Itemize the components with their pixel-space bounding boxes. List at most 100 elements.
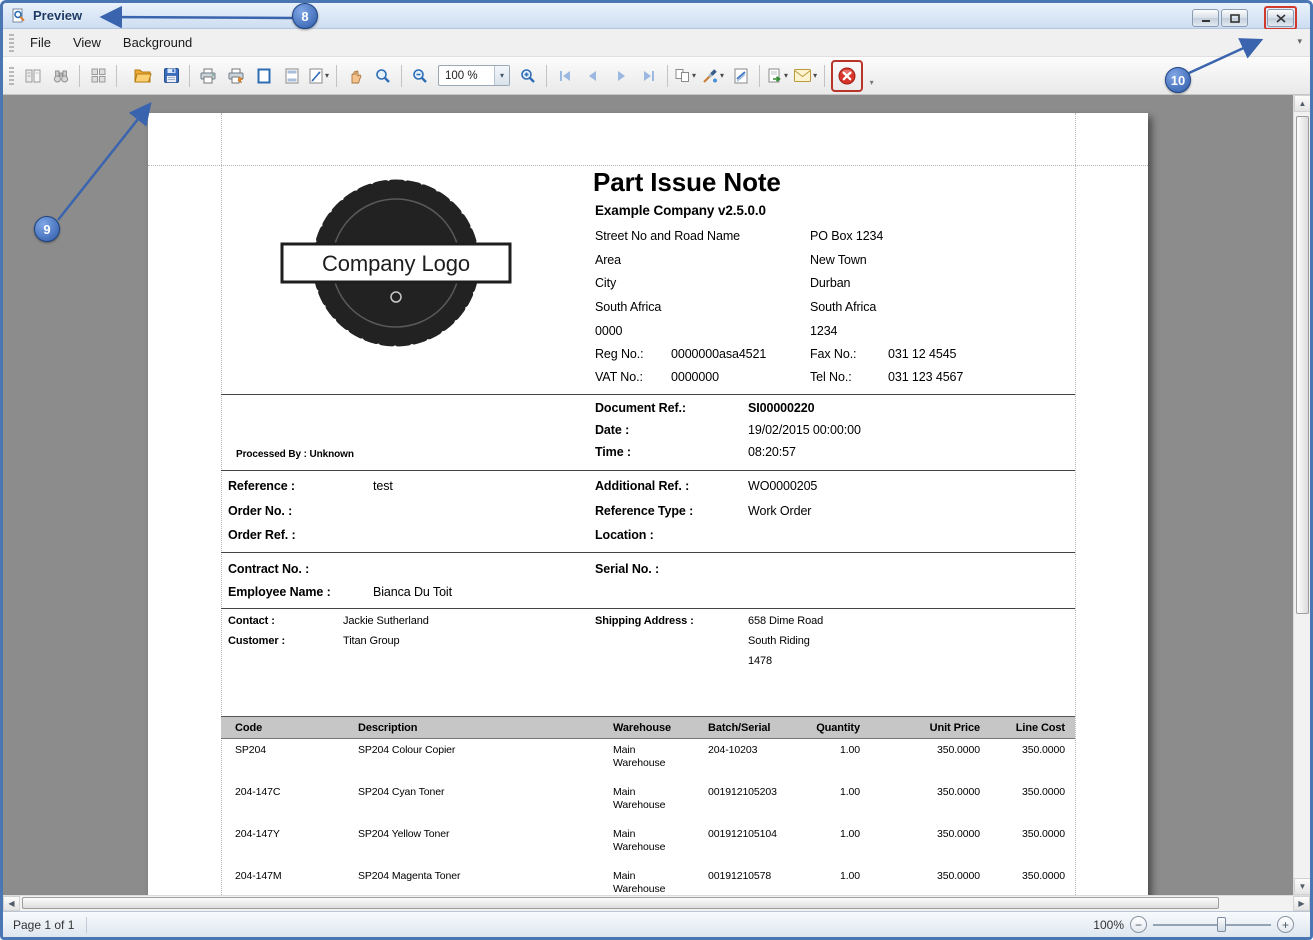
- close-preview-button[interactable]: [835, 64, 859, 88]
- reg-no-row: Reg No.: 0000000asa4521: [595, 347, 766, 361]
- close-preview-icon: [838, 67, 856, 85]
- zoom-slider[interactable]: [1153, 916, 1271, 933]
- send-email-button[interactable]: ▾: [791, 62, 820, 90]
- quick-print-icon: [228, 68, 244, 84]
- document-map-button[interactable]: [19, 62, 47, 90]
- print-button[interactable]: [194, 62, 222, 90]
- address-left: Street No and Road Name Area City South Afr…: [595, 229, 741, 338]
- table-cell: 350.0000: [1022, 828, 1065, 840]
- horizontal-scrollbar-track[interactable]: ▶: [20, 896, 1310, 911]
- toolbar-grip[interactable]: [9, 66, 14, 85]
- next-page-button[interactable]: [607, 62, 635, 90]
- table-cell: 350.0000: [1022, 786, 1065, 798]
- title-bar[interactable]: Preview: [3, 3, 1310, 30]
- zoom-out-circle-button[interactable]: −: [1130, 916, 1147, 933]
- scale-button[interactable]: ▾: [306, 62, 332, 90]
- minimize-button[interactable]: [1192, 9, 1219, 27]
- table-cell: 001912105104: [708, 828, 777, 840]
- open-folder-icon: [134, 68, 152, 83]
- table-cell: 350.0000: [1022, 870, 1065, 882]
- chevron-down-icon[interactable]: ▾: [494, 66, 510, 85]
- next-page-icon: [613, 69, 629, 83]
- menu-view[interactable]: View: [62, 31, 112, 54]
- zoom-slider-thumb[interactable]: [1216, 917, 1226, 932]
- tel-no-value: 031 123 4567: [888, 370, 964, 384]
- toolbar-separator: [401, 64, 403, 87]
- table-cell: Main Warehouse: [613, 744, 666, 769]
- customer-label: Customer :: [228, 635, 286, 647]
- window-title: Preview: [33, 8, 83, 23]
- export-document-button[interactable]: ▾: [764, 62, 791, 90]
- maximize-button[interactable]: [1221, 9, 1248, 27]
- table-cell: Main Warehouse: [613, 786, 666, 811]
- zoom-in-button[interactable]: [514, 62, 542, 90]
- toolbar-overflow-button[interactable]: ▾: [865, 62, 878, 90]
- menu-background[interactable]: Background: [112, 31, 203, 54]
- previous-page-button[interactable]: [579, 62, 607, 90]
- multiple-pages-button[interactable]: ▾: [672, 62, 699, 90]
- thumbnails-grid-icon: [91, 68, 106, 83]
- magnifier-button[interactable]: [369, 62, 397, 90]
- quick-print-button[interactable]: [222, 62, 250, 90]
- page-color-button[interactable]: ▾: [699, 62, 727, 90]
- doc-ref-label: Document Ref.:: [595, 401, 686, 415]
- first-page-button[interactable]: [551, 62, 579, 90]
- scroll-up-button[interactable]: ▲: [1294, 95, 1310, 112]
- watermark-button[interactable]: [727, 62, 755, 90]
- section-divider: [221, 470, 1075, 471]
- scale-icon: [309, 68, 323, 84]
- magnifier-icon: [375, 68, 391, 84]
- table-cell: 001912105203: [708, 786, 777, 798]
- additional-ref-label: Additional Ref. :: [595, 479, 690, 493]
- table-cell: SP204 Yellow Toner: [358, 828, 450, 840]
- horizontal-scrollbar[interactable]: ◀ ▶: [3, 895, 1310, 911]
- horizontal-scrollbar-thumb[interactable]: [22, 897, 1219, 909]
- save-button[interactable]: [157, 62, 185, 90]
- thumbnails-button[interactable]: [84, 62, 112, 90]
- header-footer-button[interactable]: [278, 62, 306, 90]
- zoom-out-button[interactable]: [406, 62, 434, 90]
- search-button[interactable]: [47, 62, 75, 90]
- vertical-scrollbar-thumb[interactable]: [1296, 116, 1309, 614]
- hand-tool-button[interactable]: [341, 62, 369, 90]
- menu-file[interactable]: File: [19, 31, 62, 54]
- page-setup-button[interactable]: [250, 62, 278, 90]
- zoom-in-circle-button[interactable]: +: [1277, 916, 1294, 933]
- scroll-down-button[interactable]: ▼: [1294, 878, 1310, 895]
- table-cell: 1.00: [839, 744, 860, 756]
- save-floppy-icon: [163, 68, 179, 83]
- preview-area[interactable]: Company Logo Part Issue Note Example Com…: [3, 95, 1310, 895]
- reg-no-label: Reg No.:: [595, 347, 644, 361]
- right-margin-guide: [1075, 113, 1076, 895]
- open-button[interactable]: [129, 62, 157, 90]
- fax-no-row: Fax No.: 031 12 4545: [810, 347, 957, 361]
- company-logo: Company Logo: [276, 171, 516, 366]
- table-cell: Main Warehouse: [613, 870, 666, 895]
- close-button[interactable]: [1267, 9, 1294, 27]
- zoom-combo[interactable]: 100 % ▾: [438, 65, 511, 86]
- table-cell: 204-147Y: [235, 828, 280, 840]
- toolbar-options-chevron-icon[interactable]: ▾: [1297, 36, 1302, 47]
- chevron-down-icon: ▾: [720, 71, 725, 80]
- table-row: 204-147C SP204 Cyan Toner Main Warehouse 00…: [221, 781, 1075, 823]
- table-header-cell: Unit Price: [929, 721, 980, 734]
- header-footer-icon: [285, 68, 299, 84]
- last-page-button[interactable]: [635, 62, 663, 90]
- time-value: 08:20:57: [748, 445, 796, 459]
- zoom-slider-track[interactable]: [1153, 924, 1271, 926]
- table-cell: 204-147M: [235, 870, 282, 882]
- chevron-down-icon: ▾: [813, 71, 818, 80]
- scroll-left-button[interactable]: ◀: [3, 896, 20, 911]
- vertical-scrollbar[interactable]: ▲ ▼: [1293, 95, 1310, 895]
- document-page: Company Logo Part Issue Note Example Com…: [148, 113, 1148, 895]
- table-cell: SP204 Cyan Toner: [358, 786, 445, 798]
- watermark-icon: [734, 68, 748, 84]
- email-envelope-icon: [794, 69, 812, 82]
- serial-no-label: Serial No. :: [595, 562, 660, 576]
- menubar-grip[interactable]: [9, 33, 14, 52]
- binoculars-search-icon: [53, 68, 69, 84]
- contract-no-label: Contract No. :: [228, 562, 310, 576]
- scroll-right-button[interactable]: ▶: [1293, 896, 1310, 911]
- chevron-down-icon: ▾: [325, 71, 330, 80]
- tel-no-row: Tel No.: 031 123 4567: [810, 370, 963, 384]
